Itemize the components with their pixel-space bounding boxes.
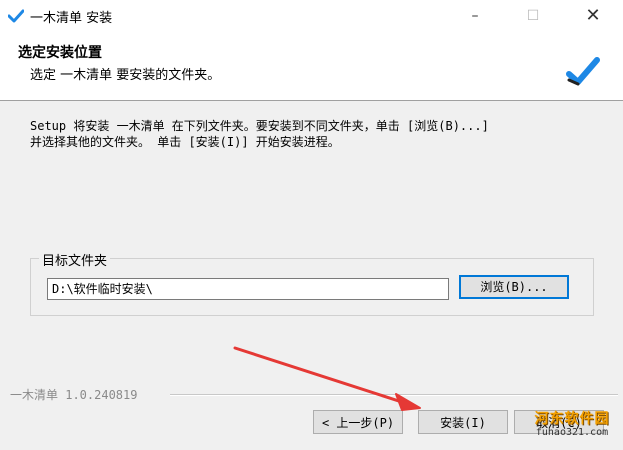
close-button[interactable]: ✕ xyxy=(570,0,616,32)
minimize-button[interactable]: – xyxy=(452,0,498,32)
installer-logo-icon xyxy=(566,57,600,86)
site-watermark: 河东软件园 fuhao321.com xyxy=(522,412,622,448)
window-title: 一木清单 安装 xyxy=(30,11,113,26)
page-header: 选定安装位置 选定 一木清单 要安装的文件夹。 xyxy=(0,32,623,101)
install-description: Setup 将安装 一木清单 在下列文件夹。要安装到不同文件夹，单击 [浏览(B… xyxy=(30,119,489,149)
app-checkmark-icon xyxy=(8,9,24,23)
footer-divider xyxy=(170,394,618,396)
destination-folder-group: 目标文件夹 浏览(B)... xyxy=(30,250,594,316)
version-label: 一木清单 1.0.240819 xyxy=(10,386,144,403)
title-bar: 一木清单 安装 – ☐ ✕ xyxy=(0,0,623,32)
page-subtitle: 选定 一木清单 要安装的文件夹。 xyxy=(30,68,221,83)
page-title: 选定安装位置 xyxy=(18,45,102,61)
back-button[interactable]: < 上一步(P) xyxy=(313,410,403,434)
close-icon: ✕ xyxy=(585,5,601,26)
watermark-title: 河东软件园 xyxy=(534,411,610,427)
minimize-icon: – xyxy=(471,8,479,24)
watermark-url: fuhao321.com xyxy=(535,427,609,438)
maximize-icon: ☐ xyxy=(526,8,540,24)
destination-folder-label: 目标文件夹 xyxy=(39,250,111,269)
maximize-button[interactable]: ☐ xyxy=(510,0,556,32)
browse-button[interactable]: 浏览(B)... xyxy=(459,275,569,299)
version-row: 一木清单 1.0.240819 xyxy=(10,386,618,403)
destination-path-input[interactable] xyxy=(47,278,449,300)
install-button[interactable]: 安装(I) xyxy=(418,410,508,434)
